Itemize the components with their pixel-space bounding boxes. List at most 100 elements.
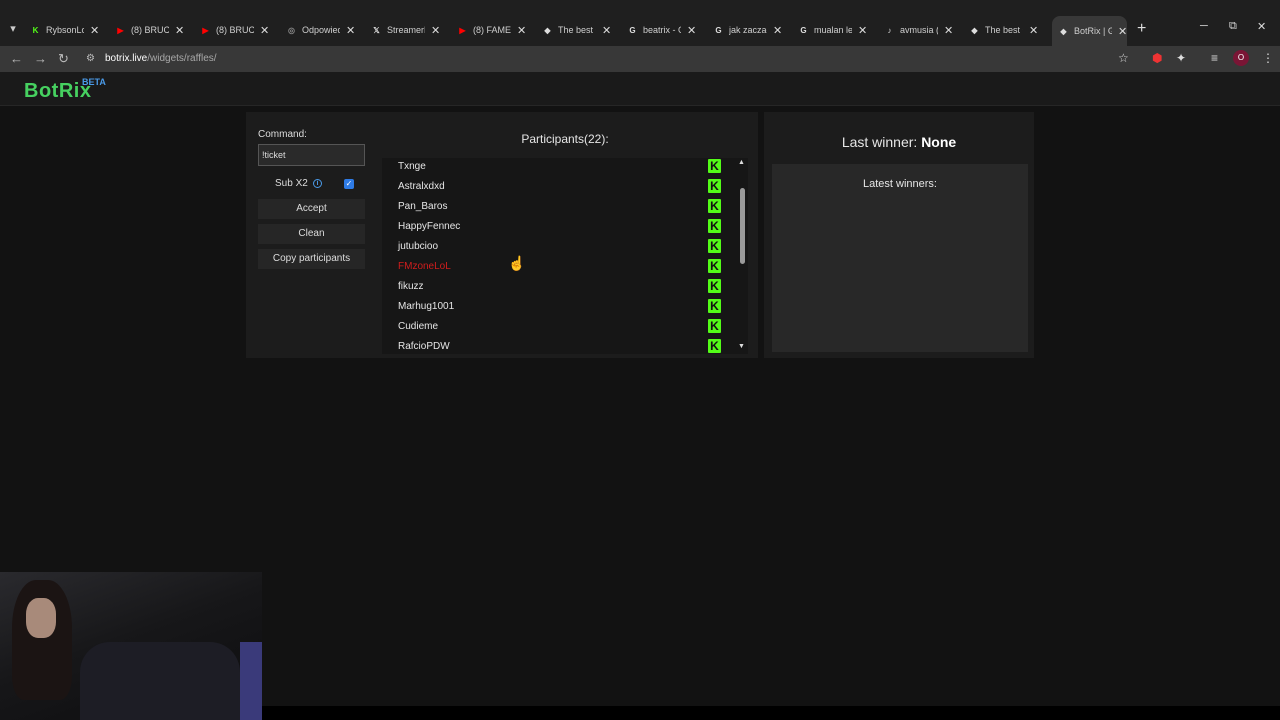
reload-icon[interactable]: ↻ xyxy=(58,51,69,67)
tab-close-icon[interactable]: ✕ xyxy=(175,24,184,37)
address-bar: ← → ↻ ⚙ botrix.live/widgets/raffles/ ☆ ⬢… xyxy=(0,46,1280,72)
participant-name: jutubcioo xyxy=(398,241,439,252)
browser-tab[interactable]: Gbeatrix - G ✕ xyxy=(627,18,696,42)
youtube-icon: ▶ xyxy=(202,25,209,35)
browser-tab-label: beatrix - G xyxy=(643,25,681,35)
participant-row[interactable]: RafcioPDW K xyxy=(382,338,722,354)
participants-list[interactable]: Txnge K Astralxdxd K Pan_Baros K HappyFennec Kj… xyxy=(382,158,748,354)
participant-name: HappyFennec xyxy=(398,221,461,232)
kick-icon: K xyxy=(708,279,721,293)
participant-row[interactable]: Marhug1001 K xyxy=(382,298,722,318)
tab-close-icon[interactable]: ✕ xyxy=(687,24,696,37)
tab-close-icon[interactable]: ✕ xyxy=(773,24,782,37)
browser-tab[interactable]: ♪ avmusia (@ ✕ xyxy=(884,18,954,42)
kick-icon: K xyxy=(708,339,721,353)
browser-tab-label: (8) FAME 2 xyxy=(473,25,511,35)
browser-tab[interactable]: ▶ (8) BRUCE ✕ xyxy=(115,18,184,42)
site-info-icon[interactable]: ⚙ xyxy=(86,53,95,64)
tab-search-icon[interactable]: ▾ xyxy=(4,20,22,38)
webcam-body-shape xyxy=(80,642,240,720)
browser-tab[interactable]: K RybsonLoL ✕ xyxy=(30,18,100,42)
participant-row[interactable]: Astralxdxd K xyxy=(382,178,722,198)
tab-close-icon[interactable]: ✕ xyxy=(858,24,867,37)
restore-icon[interactable]: ⧉ xyxy=(1229,20,1237,33)
participant-row[interactable]: jutubcioo K xyxy=(382,238,722,258)
command-input[interactable] xyxy=(258,144,365,166)
tab-close-icon[interactable]: ✕ xyxy=(1118,25,1127,38)
browser-tab[interactable]: 𝕏 StreamerB ✕ xyxy=(371,18,440,42)
browser-tab[interactable]: ▶ (8) FAME 2 ✕ xyxy=(457,18,526,42)
mouse-pointer-icon: ☝ xyxy=(508,255,526,271)
url-field[interactable]: botrix.live/widgets/raffles/ xyxy=(105,53,217,64)
browser-tab[interactable]: ◎ Odpowied ✕ xyxy=(286,18,355,42)
accept-button[interactable]: Accept xyxy=(258,199,365,219)
browser-tab[interactable]: Gmualan lei ✕ xyxy=(798,18,867,42)
winners-panel: Last winner: None Latest winners: xyxy=(764,112,1034,358)
browser-tab[interactable]: ◆ BotRix | Gi ✕ xyxy=(1052,16,1128,46)
browser-tab-label: The best C xyxy=(558,25,596,35)
participant-row[interactable]: Txnge K xyxy=(382,158,722,178)
window-close-icon[interactable]: ✕ xyxy=(1257,20,1266,33)
kick-icon: K xyxy=(708,179,721,193)
participant-row[interactable]: FMzoneLoL K xyxy=(382,258,722,278)
browser-tab[interactable]: ◆ The best C ✕ xyxy=(969,18,1038,42)
participant-name: RafcioPDW xyxy=(398,341,450,352)
youtube-icon: ▶ xyxy=(117,25,124,35)
participant-row[interactable]: Cudieme K xyxy=(382,318,722,338)
browser-menu-icon[interactable]: ⋮ xyxy=(1262,51,1274,65)
tab-close-icon[interactable]: ✕ xyxy=(1029,24,1038,37)
clean-button[interactable]: Clean xyxy=(258,224,365,244)
browser-tab-label: StreamerB xyxy=(387,25,425,35)
webcam-background-shape xyxy=(240,642,262,720)
participant-row[interactable]: Pan_Baros K xyxy=(382,198,722,218)
profile-avatar[interactable]: O xyxy=(1233,50,1249,66)
browser-tab-label: (8) BRUCE xyxy=(131,25,169,35)
kick-icon: K xyxy=(32,25,39,35)
participant-name: FMzoneLoL xyxy=(398,261,451,272)
browser-tab-label: The best C xyxy=(985,25,1023,35)
browser-tab-label: BotRix | Gi xyxy=(1074,26,1112,36)
minimize-icon[interactable]: ─ xyxy=(1200,20,1208,32)
extension-icon[interactable]: ⬢ xyxy=(1152,51,1162,65)
browser-tab-label: avmusia (@ xyxy=(900,25,938,35)
url-host: botrix.live xyxy=(105,53,148,64)
webcam-face-shape xyxy=(26,598,56,638)
participants-title: Participants(22): xyxy=(521,132,609,146)
scroll-up-icon[interactable]: ▲ xyxy=(738,159,745,166)
browser-tab[interactable]: Gjak zaczac ✕ xyxy=(713,18,782,42)
browser-tab[interactable]: ▶ (8) BRUCE ✕ xyxy=(200,18,269,42)
bottom-bar xyxy=(262,706,1280,720)
browser-tab[interactable]: ◆ The best C ✕ xyxy=(542,18,611,42)
sub-x2-checkbox[interactable]: ✓ xyxy=(344,179,354,189)
tab-close-icon[interactable]: ✕ xyxy=(517,24,526,37)
tab-close-icon[interactable]: ✕ xyxy=(431,24,440,37)
forward-icon[interactable]: → xyxy=(34,51,47,66)
participant-row[interactable]: fikuzz K xyxy=(382,278,722,298)
tab-close-icon[interactable]: ✕ xyxy=(602,24,611,37)
extensions-puzzle-icon[interactable]: ✦ xyxy=(1176,51,1186,65)
back-icon[interactable]: ← xyxy=(10,51,23,66)
media-control-icon[interactable]: ≡ xyxy=(1211,51,1218,65)
tab-close-icon[interactable]: ✕ xyxy=(90,24,99,37)
tab-close-icon[interactable]: ✕ xyxy=(346,24,355,37)
diamond-icon: ◆ xyxy=(1060,26,1067,36)
x-icon: 𝕏 xyxy=(373,25,380,35)
tab-close-icon[interactable]: ✕ xyxy=(944,24,953,37)
info-icon[interactable]: i xyxy=(313,179,322,188)
participant-row[interactable]: HappyFennec K xyxy=(382,218,722,238)
tab-close-icon[interactable]: ✕ xyxy=(260,24,269,37)
diamond-icon: ◆ xyxy=(544,25,551,35)
tiktok-icon: ♪ xyxy=(887,25,892,35)
scrollbar-thumb[interactable] xyxy=(740,188,745,264)
copy-participants-button[interactable]: Copy participants xyxy=(258,249,365,269)
last-winner-value: None xyxy=(921,134,957,150)
last-winner-line: Last winner: None xyxy=(764,134,1034,150)
bookmark-star-icon[interactable]: ☆ xyxy=(1118,51,1129,65)
webcam-video xyxy=(0,572,262,720)
participant-name: Cudieme xyxy=(398,321,439,332)
scroll-down-icon[interactable]: ▼ xyxy=(738,343,745,350)
browser-tab-label: mualan lei xyxy=(814,25,852,35)
participant-name: Astralxdxd xyxy=(398,181,445,192)
new-tab-icon[interactable]: + xyxy=(1137,20,1146,38)
participant-name: Marhug1001 xyxy=(398,301,455,312)
